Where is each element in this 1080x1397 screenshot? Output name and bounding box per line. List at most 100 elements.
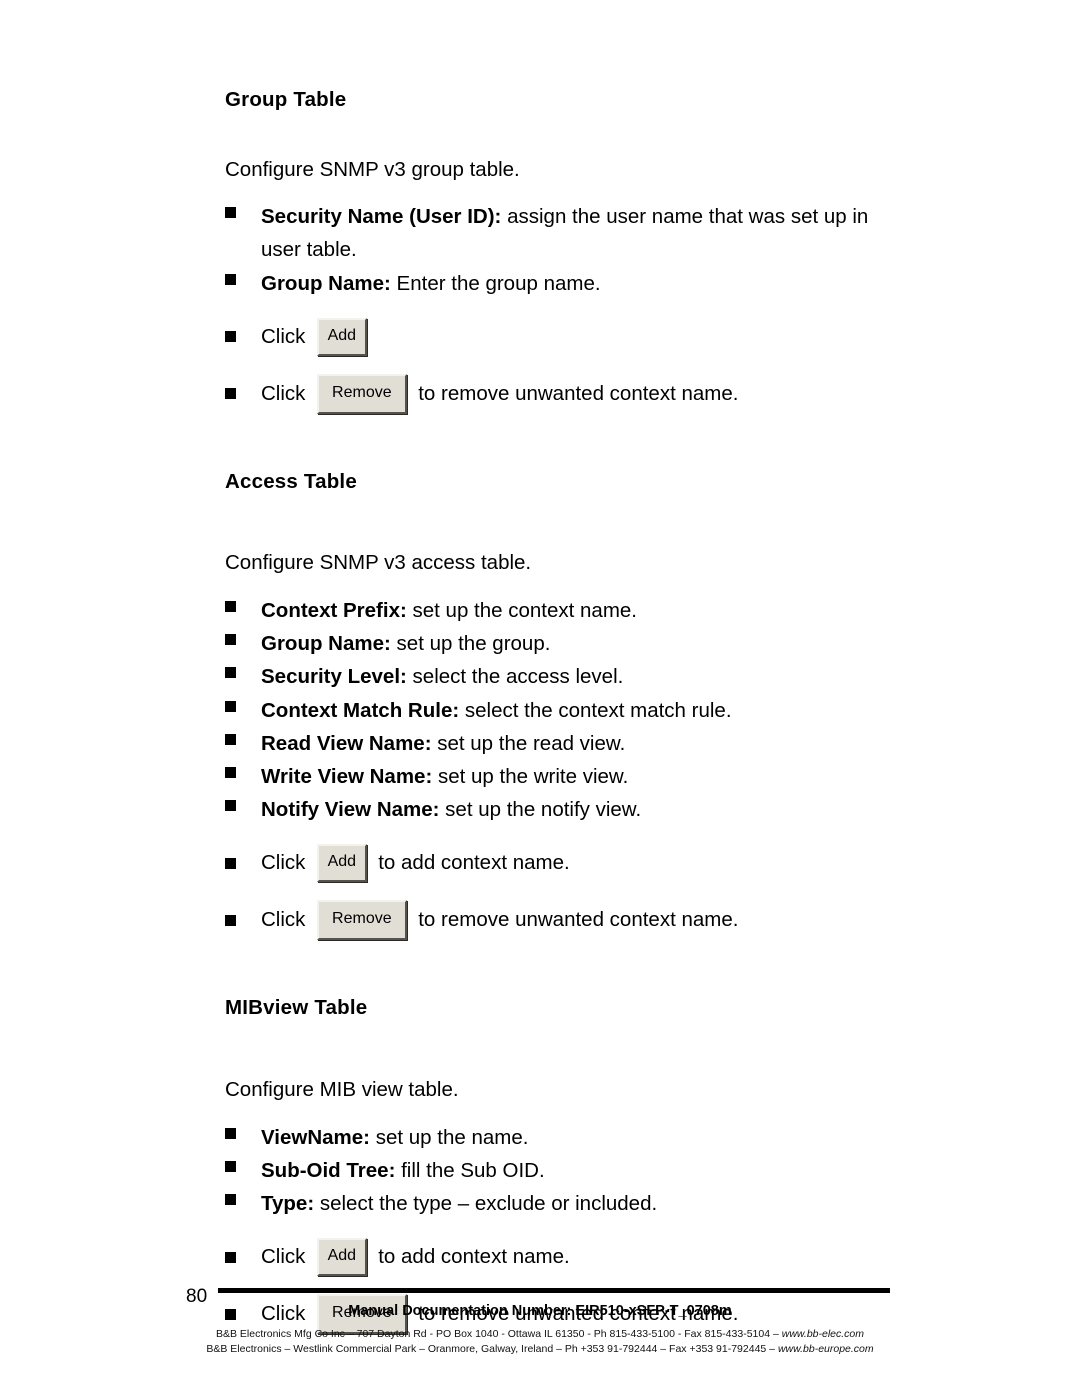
list-item-text: Group Name: set up the group. xyxy=(261,627,905,660)
section-heading: MIBview Table xyxy=(225,996,368,1020)
list-item-desc: set up the group. xyxy=(390,632,551,656)
list-item-desc: select the type – exclude or included. xyxy=(314,1192,658,1216)
footer-address-line-us: B&B Electronics Mfg Co Inc – 707 Dayton … xyxy=(0,1327,1080,1341)
section-mibview-table: MIBview Table Configure MIB view table. … xyxy=(225,996,905,1335)
list-item-term: Type: xyxy=(261,1192,315,1216)
list-item-text: Read View Name: set up the read view. xyxy=(261,727,905,760)
square-bullet-icon xyxy=(225,793,261,819)
click-label: Click xyxy=(261,851,306,875)
square-bullet-icon xyxy=(225,1154,261,1180)
remove-button[interactable]: Remove xyxy=(316,900,407,941)
list-item-desc: Enter the group name. xyxy=(390,271,601,295)
add-button[interactable]: Add xyxy=(316,317,367,356)
footer-document-number: Manual Documentation Number: EIR510-xSFP… xyxy=(348,1303,732,1319)
square-bullet-icon xyxy=(225,914,261,926)
list-item-text: Group Name: Enter the group name. xyxy=(261,267,905,300)
list-item-text: Context Match Rule: select the context m… xyxy=(261,694,905,727)
square-bullet-icon xyxy=(225,1187,261,1213)
list-item-term: Read View Name: xyxy=(261,731,432,755)
list-item: Write View Name: set up the write view. xyxy=(225,760,905,793)
section-intro: Configure SNMP v3 group table. xyxy=(225,157,520,181)
click-label: Click xyxy=(261,381,306,405)
list-item: Notify View Name: set up the notify view… xyxy=(225,793,905,826)
list-item: Type: select the type – exclude or inclu… xyxy=(225,1187,905,1220)
square-bullet-icon xyxy=(225,660,261,686)
list-item: Click Remove to remove unwanted context … xyxy=(225,373,905,414)
remove-button[interactable]: Remove xyxy=(316,373,407,414)
bullet-list: Security Name (User ID): assign the user… xyxy=(225,200,905,414)
list-item-term: Notify View Name: xyxy=(261,798,440,822)
square-bullet-icon xyxy=(225,627,261,653)
click-description: to add context name. xyxy=(378,851,570,875)
list-item: Read View Name: set up the read view. xyxy=(225,727,905,760)
list-item-term: Group Name: xyxy=(261,632,391,656)
list-item-term: Write View Name: xyxy=(261,765,433,789)
list-item: Sub-Oid Tree: fill the Sub OID. xyxy=(225,1154,905,1187)
section-heading: Group Table xyxy=(225,88,347,111)
square-bullet-icon xyxy=(225,760,261,786)
square-bullet-icon xyxy=(225,1251,261,1263)
square-bullet-icon xyxy=(225,200,261,226)
section-group-table: Group Table Configure SNMP v3 group tabl… xyxy=(225,88,905,414)
section-intro: Configure SNMP v3 access table. xyxy=(225,551,532,575)
list-item: Group Name: Enter the group name. xyxy=(225,267,905,300)
list-item: Context Match Rule: select the context m… xyxy=(225,694,905,727)
list-item: Click Add to add context name. xyxy=(225,844,905,883)
list-item-text: ViewName: set up the name. xyxy=(261,1121,905,1154)
footer-address-us-text: B&B Electronics Mfg Co Inc – 707 Dayton … xyxy=(215,1328,782,1340)
footer-address-line-eu: B&B Electronics – Westlink Commercial Pa… xyxy=(0,1342,1080,1356)
square-bullet-icon xyxy=(225,1121,261,1147)
list-item-text: Notify View Name: set up the notify view… xyxy=(261,793,905,826)
list-item: Security Level: select the access level. xyxy=(225,660,905,693)
list-item-text: Context Prefix: set up the context name. xyxy=(261,594,905,627)
section-heading: Access Table xyxy=(225,469,357,493)
list-item-term: Security Name (User ID): xyxy=(261,205,502,229)
list-item-desc: set up the notify view. xyxy=(439,798,642,822)
list-item: Click Add xyxy=(225,317,905,356)
square-bullet-icon xyxy=(225,267,261,293)
list-item-desc: select the context match rule. xyxy=(459,698,732,722)
list-item-desc: select the access level. xyxy=(406,665,624,689)
list-item-term: Security Level: xyxy=(261,665,407,689)
list-item: Security Name (User ID): assign the user… xyxy=(225,200,905,233)
square-bullet-icon xyxy=(225,857,261,869)
section-intro: Configure MIB view table. xyxy=(225,1078,459,1102)
list-item-text: Sub-Oid Tree: fill the Sub OID. xyxy=(261,1154,905,1187)
list-item-desc: set up the name. xyxy=(370,1125,529,1149)
square-bullet-icon xyxy=(225,594,261,620)
footer-address-eu-text: B&B Electronics – Westlink Commercial Pa… xyxy=(206,1343,778,1355)
list-item-desc: fill the Sub OID. xyxy=(395,1158,545,1182)
list-item-text: Write View Name: set up the write view. xyxy=(261,760,905,793)
list-item-desc: assign the user name that was set up in xyxy=(501,205,869,229)
list-item: Group Name: set up the group. xyxy=(225,627,905,660)
footer-divider xyxy=(218,1288,890,1293)
footer-url-eu: www.bb-europe.com xyxy=(777,1343,874,1355)
section-access-table: Access Table Configure SNMP v3 access ta… xyxy=(225,470,905,941)
list-item-desc: set up the context name. xyxy=(406,599,638,623)
add-button[interactable]: Add xyxy=(316,1238,367,1277)
list-item: Click Remove to remove unwanted context … xyxy=(225,900,905,941)
document-page: Group Table Configure SNMP v3 group tabl… xyxy=(0,0,1080,1397)
click-label: Click xyxy=(261,908,306,932)
add-button[interactable]: Add xyxy=(316,844,367,883)
square-bullet-icon xyxy=(225,331,261,343)
list-item-term: Context Prefix: xyxy=(261,599,407,623)
square-bullet-icon xyxy=(225,388,261,400)
bullet-list: Context Prefix: set up the context name.… xyxy=(225,594,905,941)
list-item: Click Add to add context name. xyxy=(225,1238,905,1277)
list-item-text: Security Name (User ID): assign the user… xyxy=(261,200,905,233)
list-item-wrap: user table. xyxy=(261,238,357,262)
square-bullet-icon xyxy=(225,694,261,720)
